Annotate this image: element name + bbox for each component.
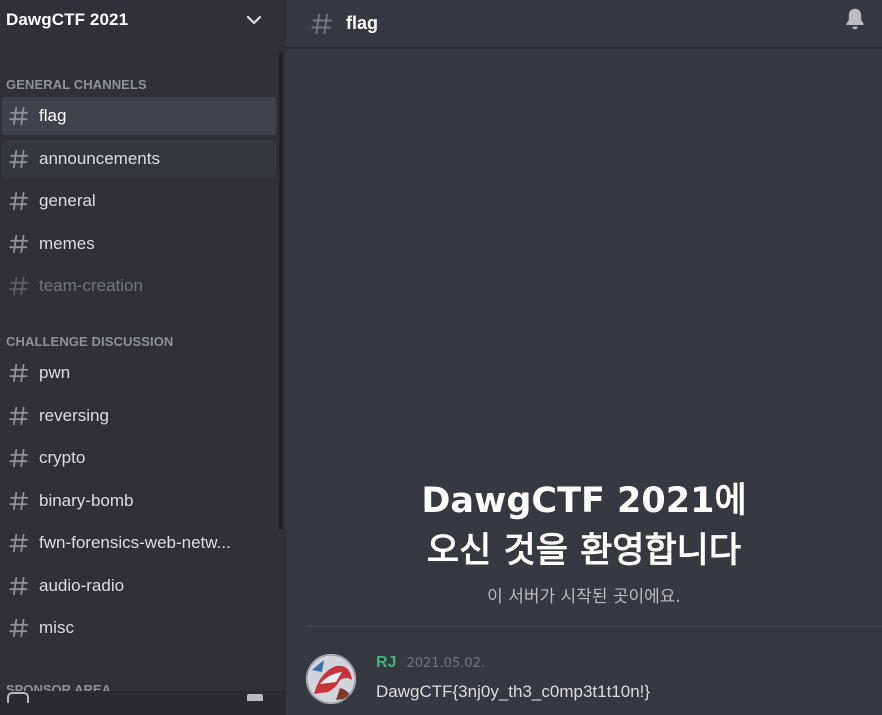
channel-title: flag	[346, 13, 379, 33]
message-divider	[306, 626, 882, 627]
message-header: RJ 2021.05.02.	[376, 654, 485, 672]
channel-team-creation[interactable]: team-creation	[2, 267, 276, 305]
channel-label: memes	[39, 233, 95, 253]
channel-binary-bomb[interactable]: binary-bomb	[2, 482, 276, 520]
hash-icon	[9, 406, 29, 425]
channel-crypto[interactable]: crypto	[2, 439, 276, 477]
hash-icon	[9, 618, 29, 638]
message-username[interactable]: RJ	[376, 654, 396, 672]
channel-announcements[interactable]: announcements	[2, 139, 276, 178]
user-panel	[0, 691, 286, 715]
chat-message: RJ 2021.05.02. DawgCTF{3nj0y_th3_c0mp3t1…	[306, 652, 882, 712]
welcome-subtitle: 이 서버가 시작된 곳이에요.	[487, 587, 681, 607]
hash-icon	[9, 533, 29, 553]
hash-icon	[311, 13, 332, 34]
avatar-edge-icon	[7, 692, 29, 703]
message-text: DawgCTF{3nj0y_th3_c0mp3t1t10n!}	[376, 682, 651, 701]
channel-label: audio-radio	[39, 575, 125, 595]
avatar-image-icon	[306, 654, 356, 704]
channel-label: misc	[39, 618, 74, 637]
welcome-line-1: DawgCTF 2021에	[421, 481, 747, 521]
channel-misc[interactable]: misc	[2, 609, 276, 647]
channel-flag[interactable]: flag	[2, 97, 276, 135]
hash-icon	[9, 276, 29, 296]
channel-general[interactable]: general	[2, 182, 276, 220]
channel-label: announcements	[39, 148, 160, 168]
hash-icon	[9, 106, 29, 126]
channel-reversing[interactable]: reversing	[2, 397, 276, 435]
hash-icon	[9, 576, 29, 595]
welcome-line-2: 오신 것을 환영합니다	[426, 531, 742, 571]
hash-icon	[9, 191, 29, 211]
channel-sidebar: DawgCTF 2021 GENERAL CHANNELS flag annou…	[0, 0, 286, 715]
hash-icon	[9, 448, 29, 468]
hash-icon	[9, 363, 29, 383]
channel-label: team-creation	[39, 276, 143, 295]
channel-label: flag	[39, 106, 67, 125]
server-name: DawgCTF 2021	[6, 10, 129, 29]
settings-edge-icon[interactable]	[244, 691, 266, 701]
channel-label: binary-bomb	[39, 490, 134, 510]
chat-area: flag DawgCTF 2021에 오신 것을 환영합니다 이 서버가 시작된…	[286, 0, 882, 715]
message-timestamp: 2021.05.02.	[406, 656, 486, 671]
hash-icon	[9, 234, 29, 253]
channel-fwn-forensics[interactable]: fwn-forensics-web-netw...	[2, 524, 276, 562]
channel-pwn[interactable]: pwn	[2, 354, 276, 392]
category-challenge-discussion[interactable]: CHALLENGE DISCUSSION	[0, 330, 286, 352]
welcome-banner: DawgCTF 2021에 오신 것을 환영합니다 이 서버가 시작된 곳이에요…	[286, 476, 882, 607]
server-header[interactable]: DawgCTF 2021	[0, 0, 286, 40]
channel-header: flag	[286, 0, 882, 48]
welcome-title: DawgCTF 2021에 오신 것을 환영합니다	[286, 476, 882, 576]
channel-memes[interactable]: memes	[2, 225, 276, 263]
avatar[interactable]	[306, 654, 356, 704]
hash-icon	[9, 149, 29, 168]
channel-label: fwn-forensics-web-netw...	[39, 533, 231, 552]
hash-icon	[9, 491, 29, 510]
chevron-down-icon[interactable]	[240, 6, 268, 34]
channel-label: general	[39, 191, 96, 210]
channel-label: crypto	[39, 448, 86, 467]
channel-label: reversing	[39, 405, 109, 425]
channel-label: pwn	[39, 363, 71, 382]
channel-list: GENERAL CHANNELS flag announcements gene…	[0, 48, 286, 691]
category-general-channels[interactable]: GENERAL CHANNELS	[0, 73, 286, 95]
channel-audio-radio[interactable]: audio-radio	[2, 567, 276, 605]
bell-icon[interactable]	[842, 6, 868, 32]
